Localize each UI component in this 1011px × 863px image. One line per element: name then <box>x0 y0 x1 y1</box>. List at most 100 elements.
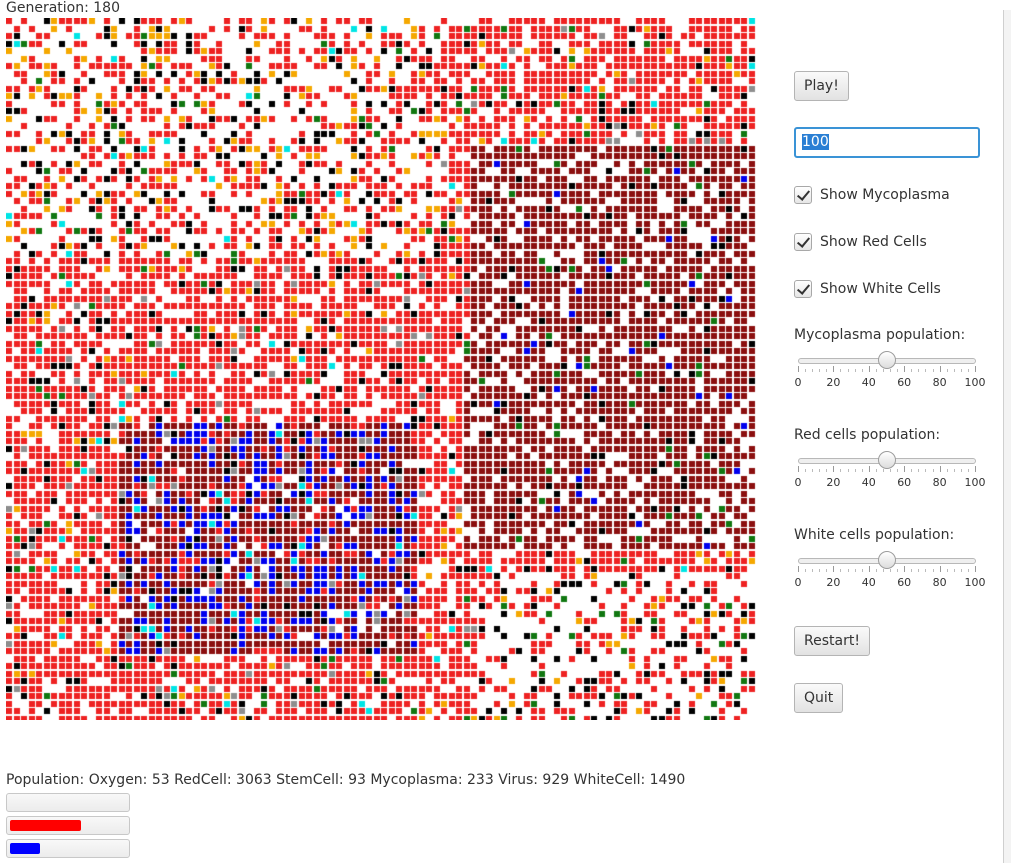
slider-tick <box>854 569 856 572</box>
slider-tick <box>975 466 976 472</box>
slider-tick <box>897 369 899 372</box>
slider-tick <box>826 369 828 372</box>
slider-tick <box>882 569 884 572</box>
slider-tick <box>918 569 920 572</box>
progress-bar-fill <box>10 843 40 854</box>
slider-tick-label: 40 <box>861 476 876 489</box>
slider-tick <box>805 569 807 572</box>
slider-tick <box>975 366 976 372</box>
slider-tick <box>946 569 948 572</box>
slider-thumb[interactable] <box>878 451 896 469</box>
slider-thumb[interactable] <box>878 551 896 569</box>
slider-tick <box>833 466 835 472</box>
white-cells-population-slider[interactable]: 0 20 40 60 80 100 <box>795 550 986 590</box>
slider-tick <box>925 369 927 372</box>
slider-tick <box>939 466 941 472</box>
show-red-cells-checkbox[interactable]: Show Red Cells <box>794 231 927 253</box>
slider-tick-label: 20 <box>826 476 841 489</box>
show-mycoplasma-label: Show Mycoplasma <box>820 187 950 203</box>
slider-tick <box>946 369 948 372</box>
slider-tick <box>953 469 955 472</box>
slider-tick <box>967 369 969 372</box>
checkmark-icon[interactable] <box>794 233 812 251</box>
slider-tick-label: 80 <box>932 576 947 589</box>
slider-tick <box>826 469 828 472</box>
slider-tick <box>868 566 870 572</box>
slider-tick <box>975 566 976 572</box>
slider-tick <box>946 469 948 472</box>
slider-tick <box>875 469 877 472</box>
slider-tick <box>904 566 906 572</box>
slider-tick <box>826 569 828 572</box>
slider-tick <box>812 369 814 372</box>
slider-tick <box>819 369 821 372</box>
slider-tick <box>875 369 877 372</box>
slider-tick <box>960 469 962 472</box>
restart-button[interactable]: Restart! <box>794 626 870 656</box>
white-cells-population-label: White cells population: <box>794 527 955 543</box>
slider-tick <box>882 469 884 472</box>
mycoplasma-population-label: Mycoplasma population: <box>794 327 966 343</box>
progress-bar-2 <box>6 816 130 835</box>
checkmark-icon[interactable] <box>794 186 812 204</box>
slider-tick-label: 100 <box>964 576 986 589</box>
slider-tick <box>882 369 884 372</box>
slider-tick <box>861 369 863 372</box>
slider-tick <box>897 469 899 472</box>
slider-tick <box>890 369 892 372</box>
progress-bar-fill <box>10 820 81 831</box>
slider-tick-label: 0 <box>794 476 802 489</box>
slider-tick-label: 0 <box>794 376 802 389</box>
simulation-canvas[interactable] <box>6 18 756 720</box>
slider-tick <box>819 469 821 472</box>
slider-tick <box>925 569 927 572</box>
slider-tick <box>932 569 934 572</box>
slider-tick-label: 20 <box>826 376 841 389</box>
slider-tick <box>897 569 899 572</box>
slider-tick <box>925 469 927 472</box>
slider-tick-label: 60 <box>897 376 912 389</box>
mycoplasma-population-slider[interactable]: 0 20 40 60 80 100 <box>794 350 986 390</box>
slider-tick <box>847 369 849 372</box>
slider-tick <box>953 569 955 572</box>
slider-tick <box>847 569 849 572</box>
quit-button[interactable]: Quit <box>794 683 844 713</box>
slider-tick <box>854 469 856 472</box>
slider-tick <box>861 569 863 572</box>
background-window-edge <box>1003 0 1011 863</box>
slider-tick-label: 40 <box>861 376 876 389</box>
slider-tick-label: 60 <box>897 476 912 489</box>
simulation-grid[interactable] <box>6 18 756 720</box>
slider-tick <box>932 469 934 472</box>
checkmark-icon[interactable] <box>794 280 812 298</box>
slider-tick <box>960 369 962 372</box>
slider-tick <box>953 369 955 372</box>
generation-label: Generation: 180 <box>6 0 120 16</box>
slider-tick <box>890 569 892 572</box>
speed-input-value: 100 <box>802 134 829 150</box>
slider-tick-label: 80 <box>932 376 947 389</box>
slider-tick <box>798 366 799 372</box>
show-mycoplasma-checkbox[interactable]: Show Mycoplasma <box>794 184 950 206</box>
slider-tick <box>868 466 870 472</box>
slider-tick <box>939 566 941 572</box>
slider-tick <box>967 469 969 472</box>
slider-tick <box>805 469 807 472</box>
slider-thumb[interactable] <box>878 351 896 369</box>
slider-tick <box>812 469 814 472</box>
slider-tick <box>861 469 863 472</box>
slider-tick <box>967 569 969 572</box>
slider-tick <box>890 469 892 472</box>
slider-tick <box>918 469 920 472</box>
window-corner <box>999 0 1011 10</box>
slider-tick <box>840 369 842 372</box>
speed-input[interactable]: 100 <box>794 127 980 158</box>
slider-tick <box>875 569 877 572</box>
red-cells-population-slider[interactable]: 0 20 40 60 80 100 <box>794 450 986 490</box>
slider-tick-label: 60 <box>897 576 912 589</box>
show-white-cells-checkbox[interactable]: Show White Cells <box>794 278 941 300</box>
play-button[interactable]: Play! <box>794 71 849 101</box>
show-white-cells-label: Show White Cells <box>820 281 941 297</box>
slider-tick <box>918 369 920 372</box>
slider-tick <box>854 369 856 372</box>
